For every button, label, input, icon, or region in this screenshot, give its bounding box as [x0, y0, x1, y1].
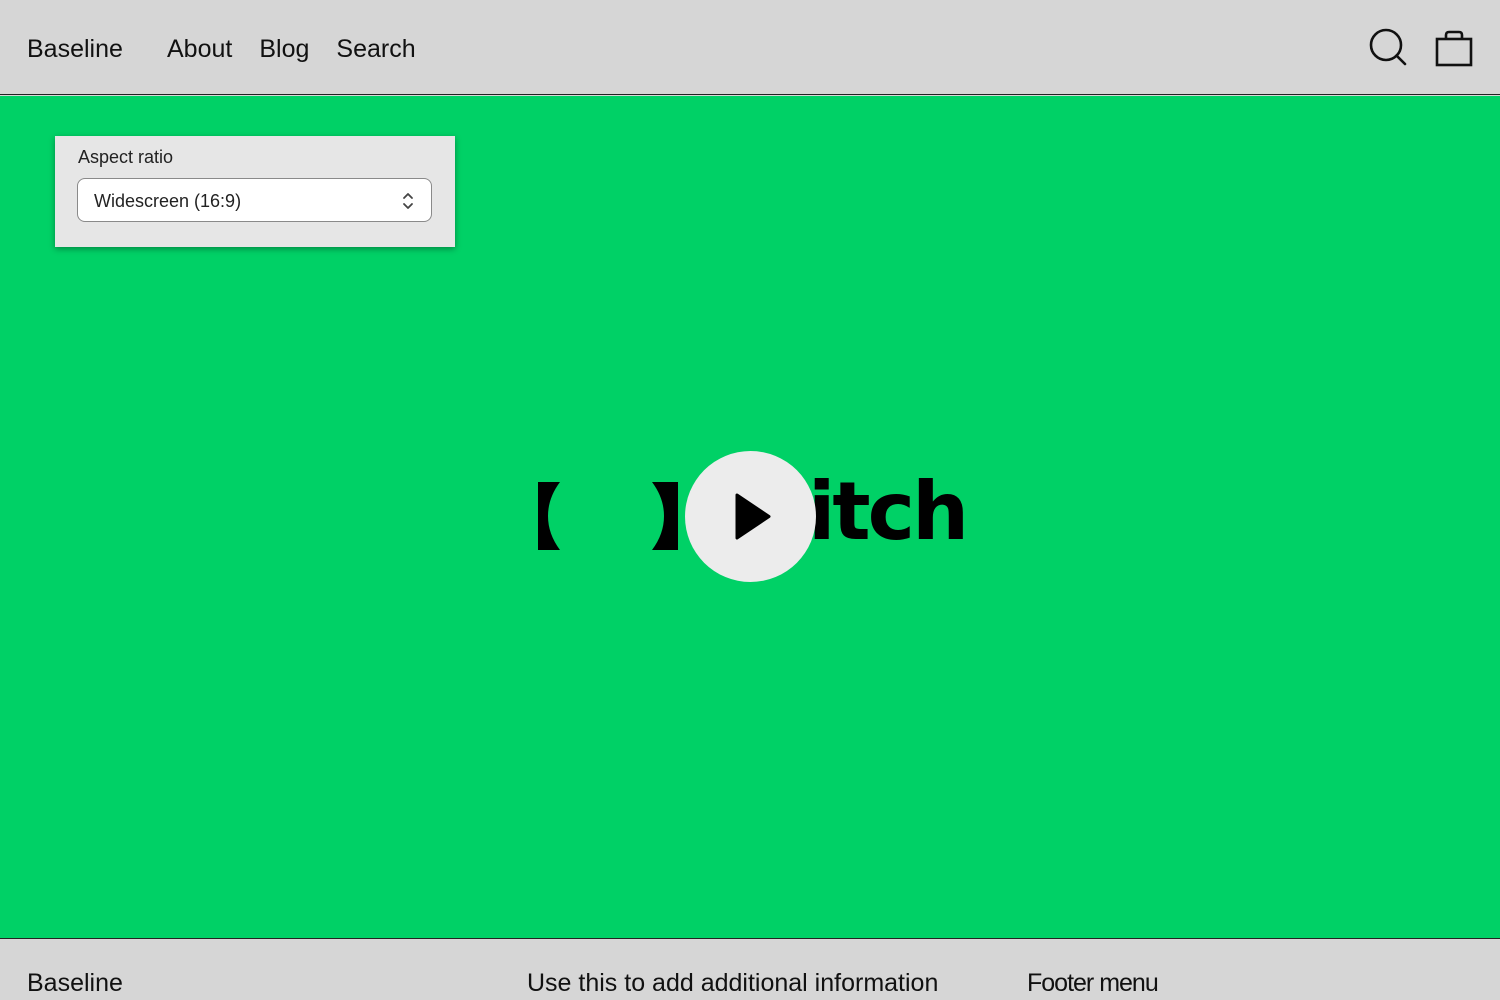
cart-button[interactable]: [1434, 28, 1474, 68]
main-nav: About Blog Search: [167, 33, 416, 65]
aspect-ratio-value: Widescreen (16:9): [94, 191, 242, 211]
logo-text: itch: [808, 465, 969, 558]
site-header: Baseline About Blog Search: [0, 0, 1500, 95]
site-logo-link[interactable]: Baseline: [27, 33, 123, 65]
nav-link-blog[interactable]: Blog: [259, 33, 309, 65]
aspect-ratio-select[interactable]: Widescreen (16:9): [77, 178, 432, 222]
search-icon: [1369, 28, 1407, 66]
footer-brand: Baseline: [27, 969, 123, 997]
aspect-ratio-panel: Aspect ratio Widescreen (16:9): [55, 136, 455, 247]
video-hero: Aspect ratio Widescreen (16:9) itch: [0, 96, 1500, 938]
site-footer: Baseline Use this to add additional info…: [0, 938, 1500, 1000]
nav-link-about[interactable]: About: [167, 33, 232, 65]
nav-link-search[interactable]: Search: [336, 33, 415, 65]
play-icon: [735, 493, 771, 540]
play-button[interactable]: [685, 451, 816, 582]
aspect-ratio-label: Aspect ratio: [78, 147, 174, 167]
select-arrows-icon: [403, 193, 413, 209]
footer-menu-heading: Footer menu: [1027, 969, 1159, 997]
shopping-bag-icon: [1435, 30, 1473, 67]
search-button[interactable]: [1368, 28, 1408, 68]
footer-info-text: Use this to add additional information: [527, 969, 939, 997]
